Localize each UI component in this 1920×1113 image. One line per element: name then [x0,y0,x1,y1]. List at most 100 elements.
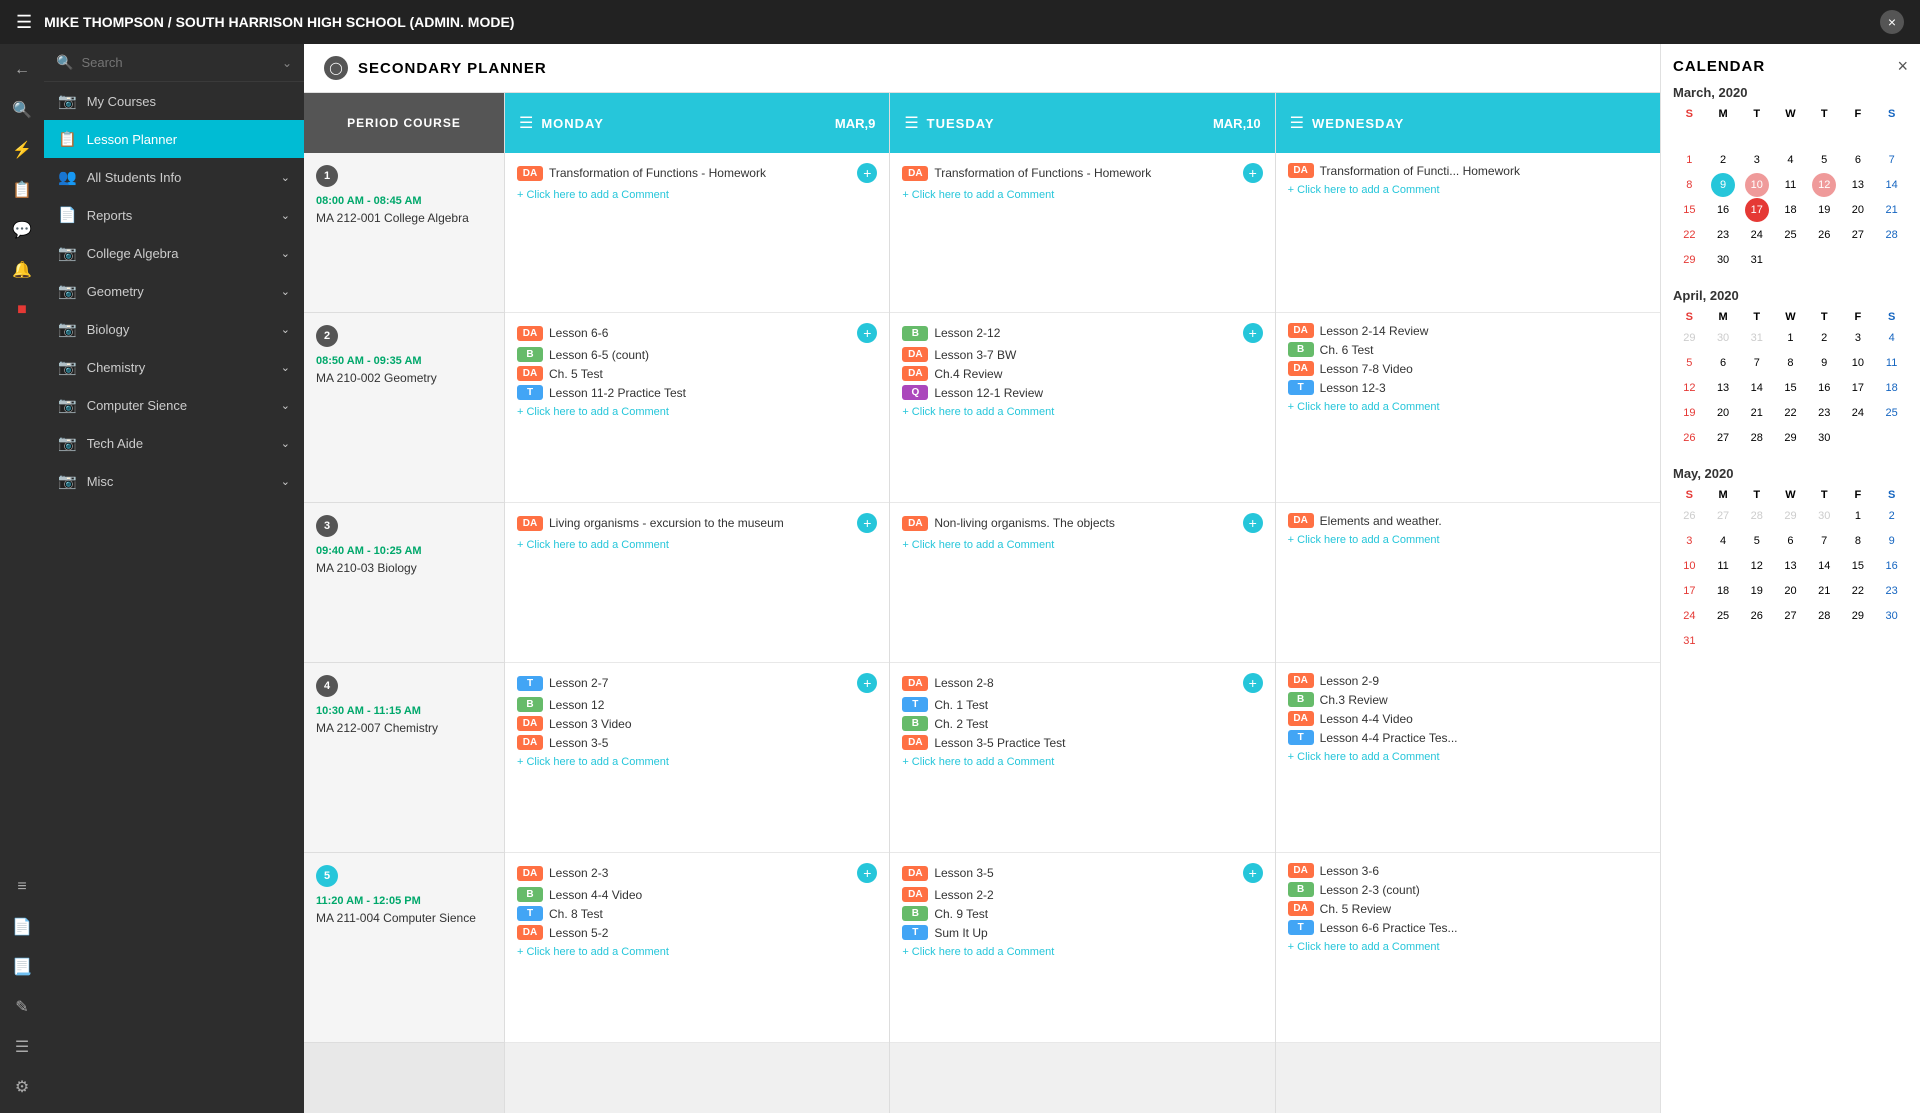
doc-icon[interactable]: 📃 [4,949,40,985]
cal-day[interactable]: 24 [1846,401,1870,425]
grid-icon[interactable]: ≡ [4,869,40,905]
cal-day[interactable]: 5 [1745,529,1769,553]
cal-day[interactable]: 15 [1846,554,1870,578]
cal-day[interactable]: 8 [1846,529,1870,553]
lesson-add-button[interactable]: + [857,513,877,533]
cal-day-today[interactable]: 9 [1711,173,1735,197]
cal-day[interactable]: 8 [1677,173,1701,197]
file-icon[interactable]: 📄 [4,909,40,945]
nav-back-icon[interactable]: ← [4,52,40,88]
cal-day[interactable]: 18 [1778,198,1802,222]
cal-day[interactable]: 11 [1778,173,1802,197]
cal-day[interactable]: 30 [1711,248,1735,272]
cal-day[interactable]: 11 [1711,554,1735,578]
lesson-add-button[interactable]: + [1243,323,1263,343]
cal-day[interactable]: 16 [1711,198,1735,222]
cal-day[interactable]: 3 [1846,326,1870,350]
cal-day[interactable]: 24 [1745,223,1769,247]
cal-day[interactable]: 11 [1880,351,1904,375]
cal-day[interactable]: 22 [1846,579,1870,603]
cal-day[interactable]: 5 [1812,148,1836,172]
lesson-add-button[interactable]: + [857,863,877,883]
cal-day[interactable]: 26 [1812,223,1836,247]
lesson-add-button[interactable]: + [1243,863,1263,883]
cal-day[interactable]: 16 [1880,554,1904,578]
cal-day[interactable]: 8 [1778,351,1802,375]
bell-icon[interactable]: 🔔 [4,252,40,288]
cal-day[interactable]: 5 [1677,351,1701,375]
bookmark-icon[interactable]: ■ [4,292,40,328]
cal-day[interactable]: 26 [1745,604,1769,628]
cal-day-selected[interactable]: 17 [1745,198,1769,222]
cal-day[interactable]: 20 [1778,579,1802,603]
add-comment-monday-1[interactable]: + Click here to add a Comment [517,189,877,201]
sidebar-item-tech-aide[interactable]: 📷 Tech Aide ⌄ [44,424,304,462]
cal-day[interactable]: 28 [1812,604,1836,628]
cal-day[interactable]: 31 [1677,629,1701,653]
cal-day[interactable]: 2 [1711,148,1735,172]
cal-day[interactable]: 28 [1880,223,1904,247]
cal-day[interactable]: 2 [1812,326,1836,350]
lesson-add-button[interactable]: + [1243,513,1263,533]
lesson-add-button[interactable]: + [857,673,877,693]
cal-day[interactable]: 17 [1677,579,1701,603]
cal-day[interactable]: 24 [1677,604,1701,628]
cal-day[interactable]: 19 [1677,401,1701,425]
cal-day[interactable]: 16 [1812,376,1836,400]
cal-day[interactable]: 14 [1812,554,1836,578]
cal-day[interactable]: 7 [1880,148,1904,172]
cal-day[interactable]: 23 [1711,223,1735,247]
cal-day[interactable]: 25 [1778,223,1802,247]
cal-day[interactable]: 1 [1778,326,1802,350]
add-comment-wed-4[interactable]: + Click here to add a Comment [1288,751,1648,763]
lesson-add-button[interactable]: + [1243,673,1263,693]
cal-day[interactable]: 21 [1880,198,1904,222]
cal-day[interactable]: 20 [1846,198,1870,222]
cal-day[interactable]: 1 [1846,504,1870,528]
sidebar-item-my-courses[interactable]: 📷 My Courses [44,82,304,120]
calendar-panel-close-button[interactable]: × [1897,56,1908,77]
cal-day[interactable]: 12 [1745,554,1769,578]
cal-day[interactable]: 6 [1711,351,1735,375]
cal-day[interactable]: 13 [1846,173,1870,197]
cal-day[interactable]: 21 [1812,579,1836,603]
cal-day[interactable]: 10 [1677,554,1701,578]
cal-day[interactable]: 13 [1778,554,1802,578]
search-box[interactable]: 🔍 ⌄ [44,44,304,82]
cal-day[interactable] [1778,123,1802,147]
sidebar-item-all-students[interactable]: 👥 All Students Info ⌄ [44,158,304,196]
cal-day[interactable] [1812,123,1836,147]
cal-day[interactable]: 3 [1677,529,1701,553]
cal-day[interactable]: 19 [1812,198,1836,222]
cal-day[interactable]: 12 [1677,376,1701,400]
cal-day[interactable]: 14 [1745,376,1769,400]
cal-day[interactable]: 23 [1880,579,1904,603]
cal-day[interactable]: 27 [1846,223,1870,247]
add-comment-monday-2[interactable]: + Click here to add a Comment [517,406,877,418]
cal-day[interactable]: 13 [1711,376,1735,400]
top-bar-close-button[interactable]: × [1880,10,1904,34]
lesson-add-button[interactable]: + [857,163,877,183]
add-comment-wed-2[interactable]: + Click here to add a Comment [1288,401,1648,413]
cal-day[interactable]: 4 [1711,529,1735,553]
add-comment-monday-3[interactable]: + Click here to add a Comment [517,539,877,551]
lightning-icon[interactable]: ⚡ [4,132,40,168]
cal-day[interactable]: 19 [1745,579,1769,603]
cal-day[interactable] [1745,123,1769,147]
cal-day[interactable]: 2 [1880,504,1904,528]
add-comment-wed-1[interactable]: + Click here to add a Comment [1288,184,1648,196]
add-comment-monday-4[interactable]: + Click here to add a Comment [517,756,877,768]
cal-day[interactable]: 22 [1778,401,1802,425]
cal-day[interactable]: 15 [1677,198,1701,222]
sidebar-item-misc[interactable]: 📷 Misc ⌄ [44,462,304,500]
cal-day[interactable]: 10 [1745,173,1769,197]
cal-day[interactable]: 9 [1880,529,1904,553]
cal-day[interactable]: 7 [1812,529,1836,553]
add-comment-monday-5[interactable]: + Click here to add a Comment [517,946,877,958]
cal-day[interactable] [1711,123,1735,147]
lesson-add-button[interactable]: + [857,323,877,343]
settings-icon[interactable]: ⚙ [4,1069,40,1105]
add-comment-wed-3[interactable]: + Click here to add a Comment [1288,534,1648,546]
cal-day[interactable]: 30 [1812,426,1836,450]
cal-day[interactable]: 25 [1711,604,1735,628]
